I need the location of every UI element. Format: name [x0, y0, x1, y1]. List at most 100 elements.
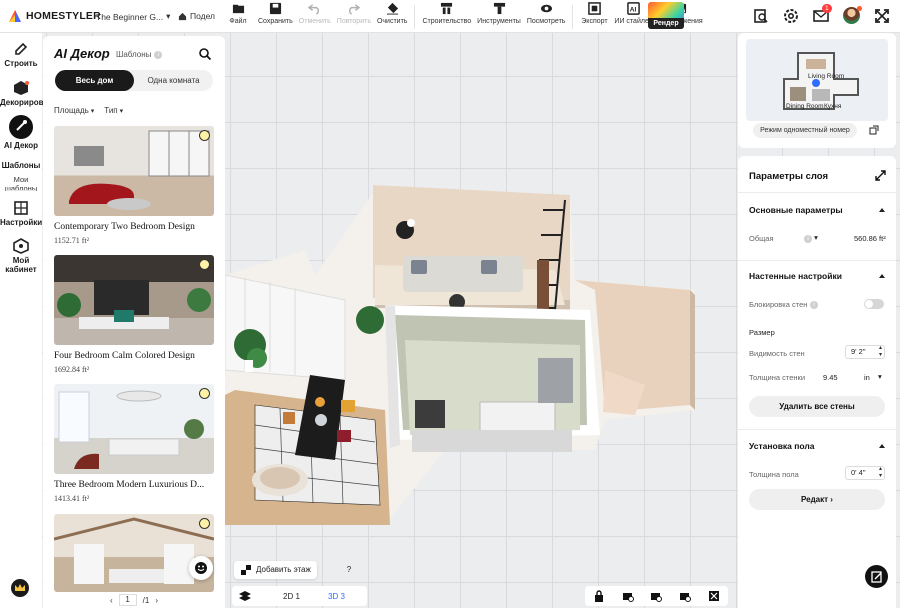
next-page-button[interactable]: › [155, 596, 158, 605]
share-crumb[interactable]: Подел [178, 11, 215, 21]
template-card[interactable]: Three Bedroom Modern Luxurious D... 1413… [54, 384, 214, 503]
wall-thickness-unit[interactable]: in [864, 373, 870, 382]
camera-walk-icon[interactable] [650, 590, 663, 602]
wall-thickness-value[interactable]: 9.45 [823, 373, 838, 382]
camera-orbit-icon[interactable] [622, 590, 634, 602]
tab-one-room[interactable]: Одна комната [134, 70, 213, 91]
build-icon [441, 2, 453, 15]
fit-view-icon[interactable] [708, 590, 720, 602]
nav-build[interactable]: Строить [0, 41, 42, 68]
chevron-up-icon[interactable] [879, 274, 885, 278]
chevron-up-icon[interactable] [879, 208, 885, 212]
3d-floorplan-model[interactable] [225, 180, 720, 525]
ai-wand-icon [16, 120, 27, 131]
info-icon[interactable]: i ▾ [804, 233, 818, 243]
wall-settings-header[interactable]: Настенные настройки [749, 271, 842, 281]
add-floor-icon [241, 565, 251, 575]
file-button[interactable]: Файл [221, 2, 255, 25]
export-icon [588, 2, 601, 15]
template-card[interactable]: Four Bedroom Calm Colored Design 1692.84… [54, 255, 214, 374]
feedback-button[interactable] [865, 565, 888, 588]
unit-chevron-down-icon[interactable]: ▾ [878, 372, 882, 381]
clear-button[interactable]: Очистить [374, 2, 410, 25]
type-filter[interactable]: Тип [104, 106, 123, 115]
header-actions: 1 [753, 3, 890, 24]
add-floor-label: Добавить этаж [256, 565, 311, 574]
expand-icon[interactable] [875, 170, 886, 181]
area-filter[interactable]: Площадь [54, 106, 94, 115]
minimap-collapse-icon[interactable] [869, 125, 879, 135]
layers-icon[interactable] [239, 590, 251, 602]
camera-add-icon[interactable] [679, 590, 692, 602]
minimap-living-label: Living Room [808, 73, 845, 80]
page-input[interactable]: 1 [118, 594, 137, 606]
lock-icon[interactable] [593, 590, 605, 602]
prev-page-button[interactable]: ‹ [110, 596, 113, 605]
app-logo[interactable]: HOMESTYLER [8, 9, 101, 23]
nav-decorate-label: Декорировать [0, 98, 57, 107]
undo-button[interactable]: Отменить [296, 2, 334, 25]
assistant-button[interactable] [189, 556, 213, 580]
floor-thickness-stepper[interactable]: 0' 4" [845, 466, 885, 480]
render-label: Рендер [653, 20, 679, 27]
nav-settings[interactable]: Настройки [0, 200, 42, 227]
general-area-label: Общая [749, 234, 774, 243]
minimap[interactable]: Living Room Dining Room Кухня Режим одно… [738, 33, 896, 148]
edit-button[interactable]: Редакт › [749, 489, 885, 510]
info-icon[interactable]: i [810, 299, 818, 309]
nav-build-label: Строить [4, 59, 38, 68]
crown-icon[interactable] [11, 579, 29, 597]
info-icon[interactable]: i [154, 50, 163, 59]
nav-cabinet[interactable]: Мой кабинет [0, 238, 42, 274]
view-button[interactable]: Посмотреть [524, 2, 569, 25]
app-name: HOMESTYLER [26, 10, 101, 22]
template-area: 1152.71 ft² [54, 236, 89, 245]
project-name-dropdown[interactable]: The Beginner G... ▾ [96, 11, 170, 22]
house-icon [178, 12, 187, 20]
search-icon[interactable] [199, 48, 211, 60]
search-doc-icon[interactable] [753, 8, 769, 24]
eraser-icon [386, 2, 398, 15]
view-2d-button[interactable]: 2D 1 [283, 592, 300, 601]
wall-lock-label: Блокировка стен [749, 300, 808, 309]
delete-all-walls-button[interactable]: Удалить все стены [749, 396, 885, 417]
redo-button[interactable]: Повторить [334, 2, 374, 25]
single-room-mode-button[interactable]: Режим одноместный номер [753, 123, 857, 138]
help-button[interactable]: ? [343, 564, 355, 576]
save-button[interactable]: Сохранить [255, 2, 296, 25]
wall-lock-toggle[interactable] [864, 299, 884, 309]
chevron-up-icon[interactable] [879, 444, 885, 448]
nav-decorate[interactable]: Декорировать [0, 80, 57, 107]
tab-whole-house[interactable]: Весь дом [55, 70, 134, 91]
build-button[interactable]: Строительство [419, 2, 474, 25]
ai-badge-icon [199, 259, 210, 270]
fullscreen-icon[interactable] [874, 8, 890, 24]
minimap-plan[interactable]: Living Room Dining Room Кухня [746, 39, 888, 121]
view-3d-button[interactable]: 3D 3 [328, 592, 345, 601]
view-mode-bar: 2D 1 3D 3 [232, 586, 367, 606]
template-card[interactable]: Contemporary Two Bedroom Design 1152.71 … [54, 126, 214, 245]
pencil-ruler-icon [15, 42, 28, 55]
edit-label: Редакт [801, 495, 829, 504]
wall-height-label: Видимость стен [749, 349, 805, 358]
mail-button[interactable]: 1 [813, 3, 832, 24]
avatar-status-dot [857, 6, 862, 11]
wall-height-stepper[interactable]: 9' 2" [845, 345, 885, 359]
render-button[interactable]: Рендер [648, 2, 684, 29]
avatar[interactable] [843, 6, 862, 24]
ai-badge-icon [199, 388, 210, 399]
export-button[interactable]: Экспорт [577, 2, 611, 25]
basic-params-header[interactable]: Основные параметры [749, 205, 843, 215]
floor-settings-header[interactable]: Установка пола [749, 441, 815, 451]
nav-ai-decor[interactable]: AI Декор [0, 115, 42, 150]
share-label: Подел [190, 11, 216, 21]
nav-templates[interactable]: Шаблоны [0, 161, 42, 170]
nav-settings-label: Настройки [0, 218, 43, 227]
tools-button[interactable]: Инструменты [474, 2, 524, 25]
template-card[interactable] [54, 514, 214, 592]
add-floor-button[interactable]: Добавить этаж [234, 561, 317, 579]
template-area: 1413.41 ft² [54, 494, 90, 503]
save-label: Сохранить [258, 18, 293, 25]
cabinet-icon [13, 238, 29, 254]
gear-icon[interactable] [783, 8, 799, 24]
